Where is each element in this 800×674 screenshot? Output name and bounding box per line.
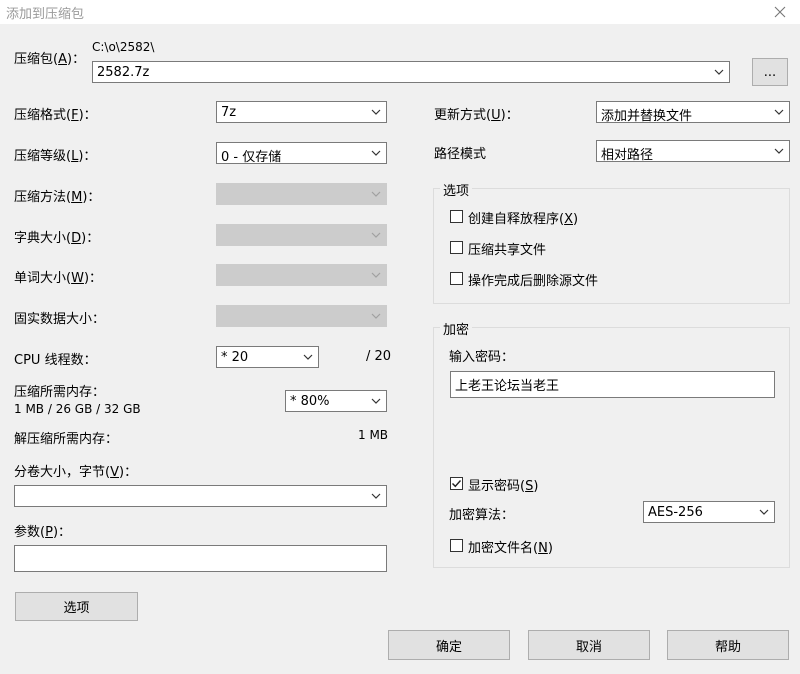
- format-value: 7z: [221, 105, 237, 120]
- decompress-memory-value: 1 MB: [358, 428, 389, 442]
- format-combo[interactable]: 7z: [216, 101, 387, 123]
- cpu-threads-combo[interactable]: * 20: [216, 346, 319, 368]
- encrypt-names-label: 加密文件名(N): [468, 541, 553, 556]
- sfx-checkbox[interactable]: [450, 210, 463, 223]
- format-label: 压缩格式(F)：: [14, 108, 97, 123]
- memory-usage-value: * 80%: [290, 394, 330, 409]
- volume-size-combo[interactable]: [14, 485, 387, 507]
- encryption-method-combo[interactable]: AES-256: [643, 501, 775, 523]
- chevron-down-icon: [371, 313, 381, 319]
- close-icon: [774, 6, 786, 18]
- level-value: 0 - 仅存储: [221, 150, 282, 165]
- window-title: 添加到压缩包: [6, 7, 85, 22]
- shared-files-checkbox[interactable]: [450, 241, 463, 254]
- word-size-label: 单词大小(W)：: [14, 271, 103, 286]
- level-label: 压缩等级(L)：: [14, 149, 97, 164]
- path-mode-value: 相对路径: [601, 148, 654, 163]
- cpu-threads-label: CPU 线程数：: [14, 353, 97, 368]
- options-group-title: 选项: [440, 180, 473, 199]
- chevron-down-icon: [371, 150, 381, 156]
- update-mode-value: 添加并替换文件: [601, 109, 693, 124]
- options-button[interactable]: 选项: [15, 592, 138, 621]
- sfx-label: 创建自释放程序(X): [468, 212, 579, 227]
- chevron-down-icon: [303, 354, 313, 360]
- show-password-label: 显示密码(S): [468, 479, 539, 494]
- path-mode-label: 路径模式: [434, 147, 487, 162]
- decompress-memory-label: 解压缩所需内存：: [14, 432, 119, 447]
- chevron-down-icon: [759, 509, 769, 515]
- chevron-down-icon: [371, 272, 381, 278]
- show-password-checkbox[interactable]: [450, 477, 463, 490]
- chevron-down-icon: [371, 109, 381, 115]
- level-combo[interactable]: 0 - 仅存储: [216, 142, 387, 165]
- chevron-down-icon: [774, 148, 784, 154]
- password-value: 上老王论坛当老王: [455, 379, 560, 394]
- cpu-threads-value: * 20: [221, 350, 249, 365]
- cpu-threads-total: / 20: [366, 349, 392, 364]
- dict-size-label: 字典大小(D)：: [14, 231, 100, 246]
- checkmark-icon: [452, 480, 462, 488]
- encryption-group-title: 加密: [440, 319, 473, 338]
- parameters-input[interactable]: [14, 545, 387, 572]
- encryption-method-label: 加密算法：: [449, 508, 515, 523]
- compress-memory-detail: 1 MB / 26 GB / 32 GB: [14, 402, 141, 416]
- archive-filename-combo[interactable]: 2582.7z: [92, 61, 730, 83]
- archive-filename-value: 2582.7z: [97, 65, 150, 80]
- solid-size-label: 固实数据大小：: [14, 312, 106, 327]
- chevron-down-icon: [714, 69, 724, 75]
- delete-after-checkbox[interactable]: [450, 272, 463, 285]
- archive-label: 压缩包(A)：: [14, 52, 86, 67]
- method-label: 压缩方法(M)：: [14, 190, 101, 205]
- method-combo: [216, 183, 387, 205]
- update-mode-combo[interactable]: 添加并替换文件: [596, 101, 790, 124]
- archive-path: C:\o\2582\: [92, 40, 155, 54]
- encryption-method-value: AES-256: [648, 505, 703, 520]
- path-mode-combo[interactable]: 相对路径: [596, 140, 790, 163]
- volume-size-label: 分卷大小，字节(V)：: [14, 465, 138, 480]
- chevron-down-icon: [371, 232, 381, 238]
- encrypt-names-checkbox[interactable]: [450, 539, 463, 552]
- delete-after-label: 操作完成后删除源文件: [468, 274, 599, 289]
- cancel-button[interactable]: 取消: [528, 630, 650, 660]
- compress-memory-label: 压缩所需内存：: [14, 385, 106, 400]
- title-bar: 添加到压缩包: [0, 0, 800, 24]
- chevron-down-icon: [371, 191, 381, 197]
- browse-button[interactable]: ...: [752, 58, 788, 86]
- add-to-archive-dialog: 添加到压缩包 压缩包(A)： C:\o\2582\ 2582.7z ... 压缩…: [0, 0, 800, 674]
- shared-files-label: 压缩共享文件: [468, 243, 547, 258]
- memory-usage-combo[interactable]: * 80%: [285, 390, 387, 412]
- word-size-combo: [216, 264, 387, 286]
- chevron-down-icon: [774, 109, 784, 115]
- dict-size-combo: [216, 224, 387, 246]
- ok-button[interactable]: 确定: [388, 630, 510, 660]
- help-button[interactable]: 帮助: [667, 630, 789, 660]
- close-button[interactable]: [766, 0, 794, 24]
- password-label: 输入密码：: [449, 350, 515, 365]
- chevron-down-icon: [371, 398, 381, 404]
- password-input[interactable]: 上老王论坛当老王: [450, 371, 775, 398]
- chevron-down-icon: [371, 493, 381, 499]
- update-mode-label: 更新方式(U)：: [434, 108, 519, 123]
- parameters-label: 参数(P)：: [14, 525, 72, 540]
- solid-size-combo: [216, 305, 387, 327]
